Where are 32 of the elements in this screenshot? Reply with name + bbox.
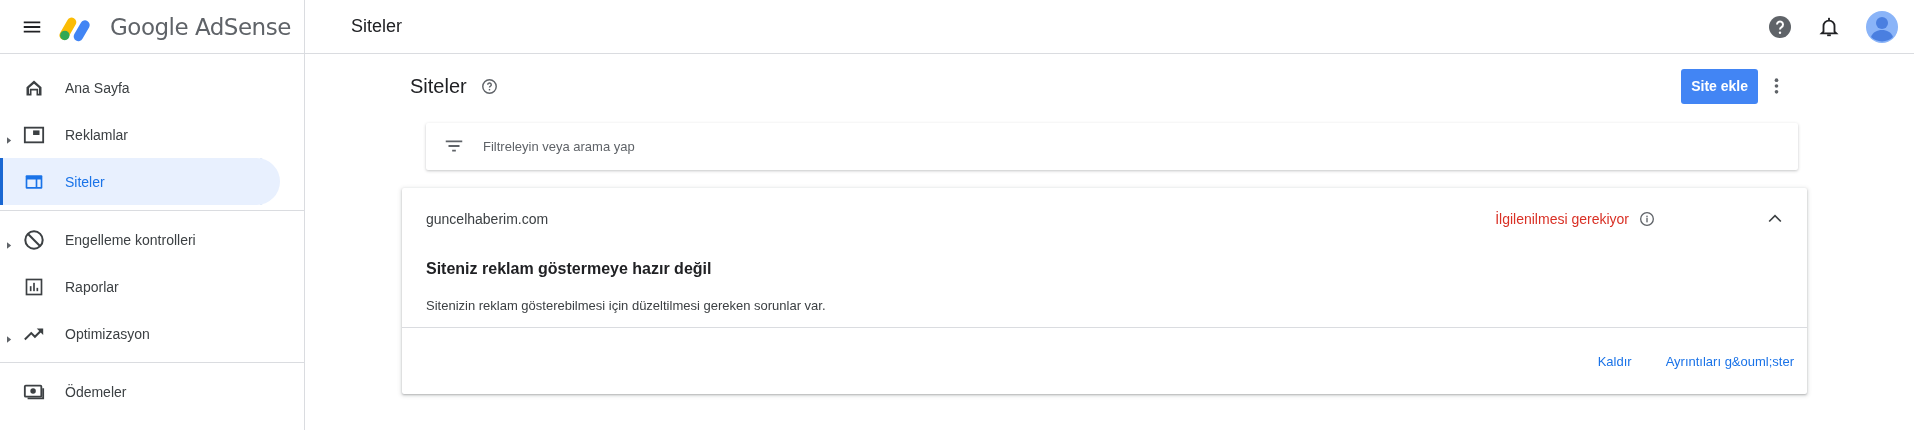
site-domain: guncelhaberim.com [426,211,550,227]
product-name: Google AdSense [110,13,291,40]
action-link[interactable]: Kaldır [1594,349,1635,373]
more-vert-icon [1774,77,1779,95]
help-button[interactable] [1768,14,1792,39]
caret-icon [7,242,12,249]
help-button[interactable] [480,77,498,95]
info-icon [1639,211,1655,227]
page-title: Siteler [351,16,404,37]
more-button[interactable] [1774,77,1779,95]
block-icon [23,228,45,251]
bar-chart-icon [24,276,44,297]
help-outline-icon [480,77,498,95]
caret-icon [7,137,12,144]
site-status: İlgilenilmesi gerekiyor [1495,211,1629,227]
nav-item[interactable]: Engelleme kontrolleri [0,216,280,263]
caret-icon [7,336,12,343]
action-link[interactable]: Ayrıntıları g&ouml;ster [1662,349,1797,373]
add-site-button[interactable]: Site ekle [1681,68,1758,104]
filter-field[interactable]: Filtreleyin veya arama yap [426,123,1798,170]
nav-item[interactable]: Ödemeler [0,368,280,415]
page-heading: Siteler [410,74,467,98]
avatar-icon [1866,10,1898,43]
issue-description: Sitenizin reklam gösterebilmesi için düzeltilmesi gereken sorunlar var. [426,298,827,313]
account-avatar[interactable] [1866,10,1898,43]
nav-item[interactable]: Siteler [0,158,280,205]
nav-item[interactable]: Optimizasyon [0,310,280,357]
nav-item[interactable]: Reklamlar [0,111,280,158]
help-icon [1768,14,1792,39]
nav-item[interactable]: Raporlar [0,263,280,310]
nav-item[interactable]: Ana Sayfa [0,64,280,111]
issue-title: Siteniz reklam göstermeye hazır değil [426,260,713,278]
